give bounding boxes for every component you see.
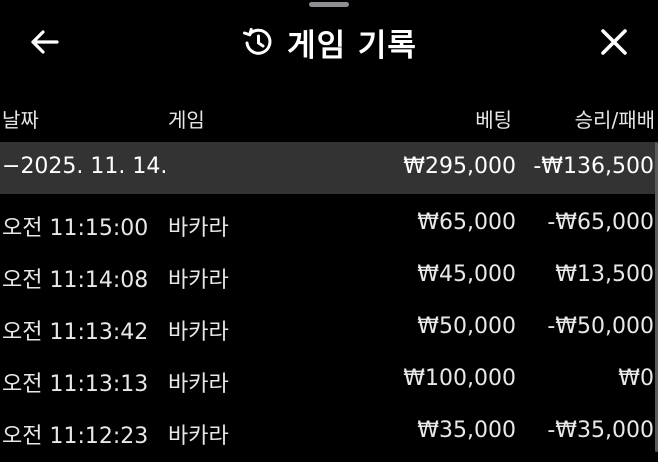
header: 게임 기록 bbox=[0, 12, 658, 72]
column-header-game: 게임 bbox=[168, 108, 205, 132]
group-date-label: 2025. 11. 14. bbox=[20, 154, 168, 179]
close-icon bbox=[601, 29, 627, 55]
row-time: 오전 11:14:08 bbox=[2, 268, 149, 293]
row-result: ₩13,500 bbox=[555, 262, 654, 287]
row-time: 오전 11:12:23 bbox=[2, 424, 149, 449]
row-result: -₩35,000 bbox=[547, 418, 654, 443]
sheet-drag-handle[interactable] bbox=[309, 2, 349, 7]
row-game: 바카라 bbox=[168, 424, 229, 449]
collapse-toggle[interactable]: − bbox=[2, 154, 20, 179]
row-game: 바카라 bbox=[168, 372, 229, 397]
row-bet: ₩65,000 bbox=[417, 210, 516, 235]
title-group: 게임 기록 bbox=[0, 20, 658, 64]
row-result: -₩50,000 bbox=[547, 314, 654, 339]
row-result: -₩65,000 bbox=[547, 210, 654, 235]
row-game: 바카라 bbox=[168, 268, 229, 293]
row-time: 오전 11:13:42 bbox=[2, 320, 149, 345]
table-row[interactable]: 오전 11:12:23 바카라 ₩35,000 -₩35,000 bbox=[0, 406, 656, 458]
row-game: 바카라 bbox=[168, 320, 229, 345]
page-title: 게임 기록 bbox=[287, 27, 417, 64]
group-date: −2025. 11. 14. bbox=[2, 154, 167, 179]
group-result-total: -₩136,500 bbox=[533, 154, 654, 179]
row-time: 오전 11:13:13 bbox=[2, 372, 149, 397]
row-bet: ₩45,000 bbox=[417, 262, 516, 287]
table-row[interactable]: 오전 11:14:08 바카라 ₩45,000 ₩13,500 bbox=[0, 250, 656, 302]
date-group-row[interactable]: −2025. 11. 14. ₩295,000 -₩136,500 bbox=[0, 142, 656, 194]
history-clock-icon bbox=[243, 27, 272, 55]
close-button[interactable] bbox=[592, 22, 636, 62]
column-header-result: 승리/패배 bbox=[574, 108, 655, 132]
group-bet-total: ₩295,000 bbox=[403, 154, 516, 179]
table-row[interactable]: 오전 11:13:13 바카라 ₩100,000 ₩0 bbox=[0, 354, 656, 406]
row-bet: ₩50,000 bbox=[417, 314, 516, 339]
table-row[interactable]: 오전 11:13:42 바카라 ₩50,000 -₩50,000 bbox=[0, 302, 656, 354]
row-game: 바카라 bbox=[168, 216, 229, 241]
row-bet: ₩35,000 bbox=[417, 418, 516, 443]
row-result: ₩0 bbox=[618, 366, 654, 391]
column-header-bet: 베팅 bbox=[475, 108, 512, 132]
table-row[interactable]: 오전 11:15:00 바카라 ₩65,000 -₩65,000 bbox=[0, 198, 656, 250]
column-header-date: 날짜 bbox=[2, 108, 39, 132]
column-headers: 날짜 게임 베팅 승리/패배 bbox=[0, 96, 658, 136]
row-time: 오전 11:15:00 bbox=[2, 216, 149, 241]
row-bet: ₩100,000 bbox=[403, 366, 516, 391]
